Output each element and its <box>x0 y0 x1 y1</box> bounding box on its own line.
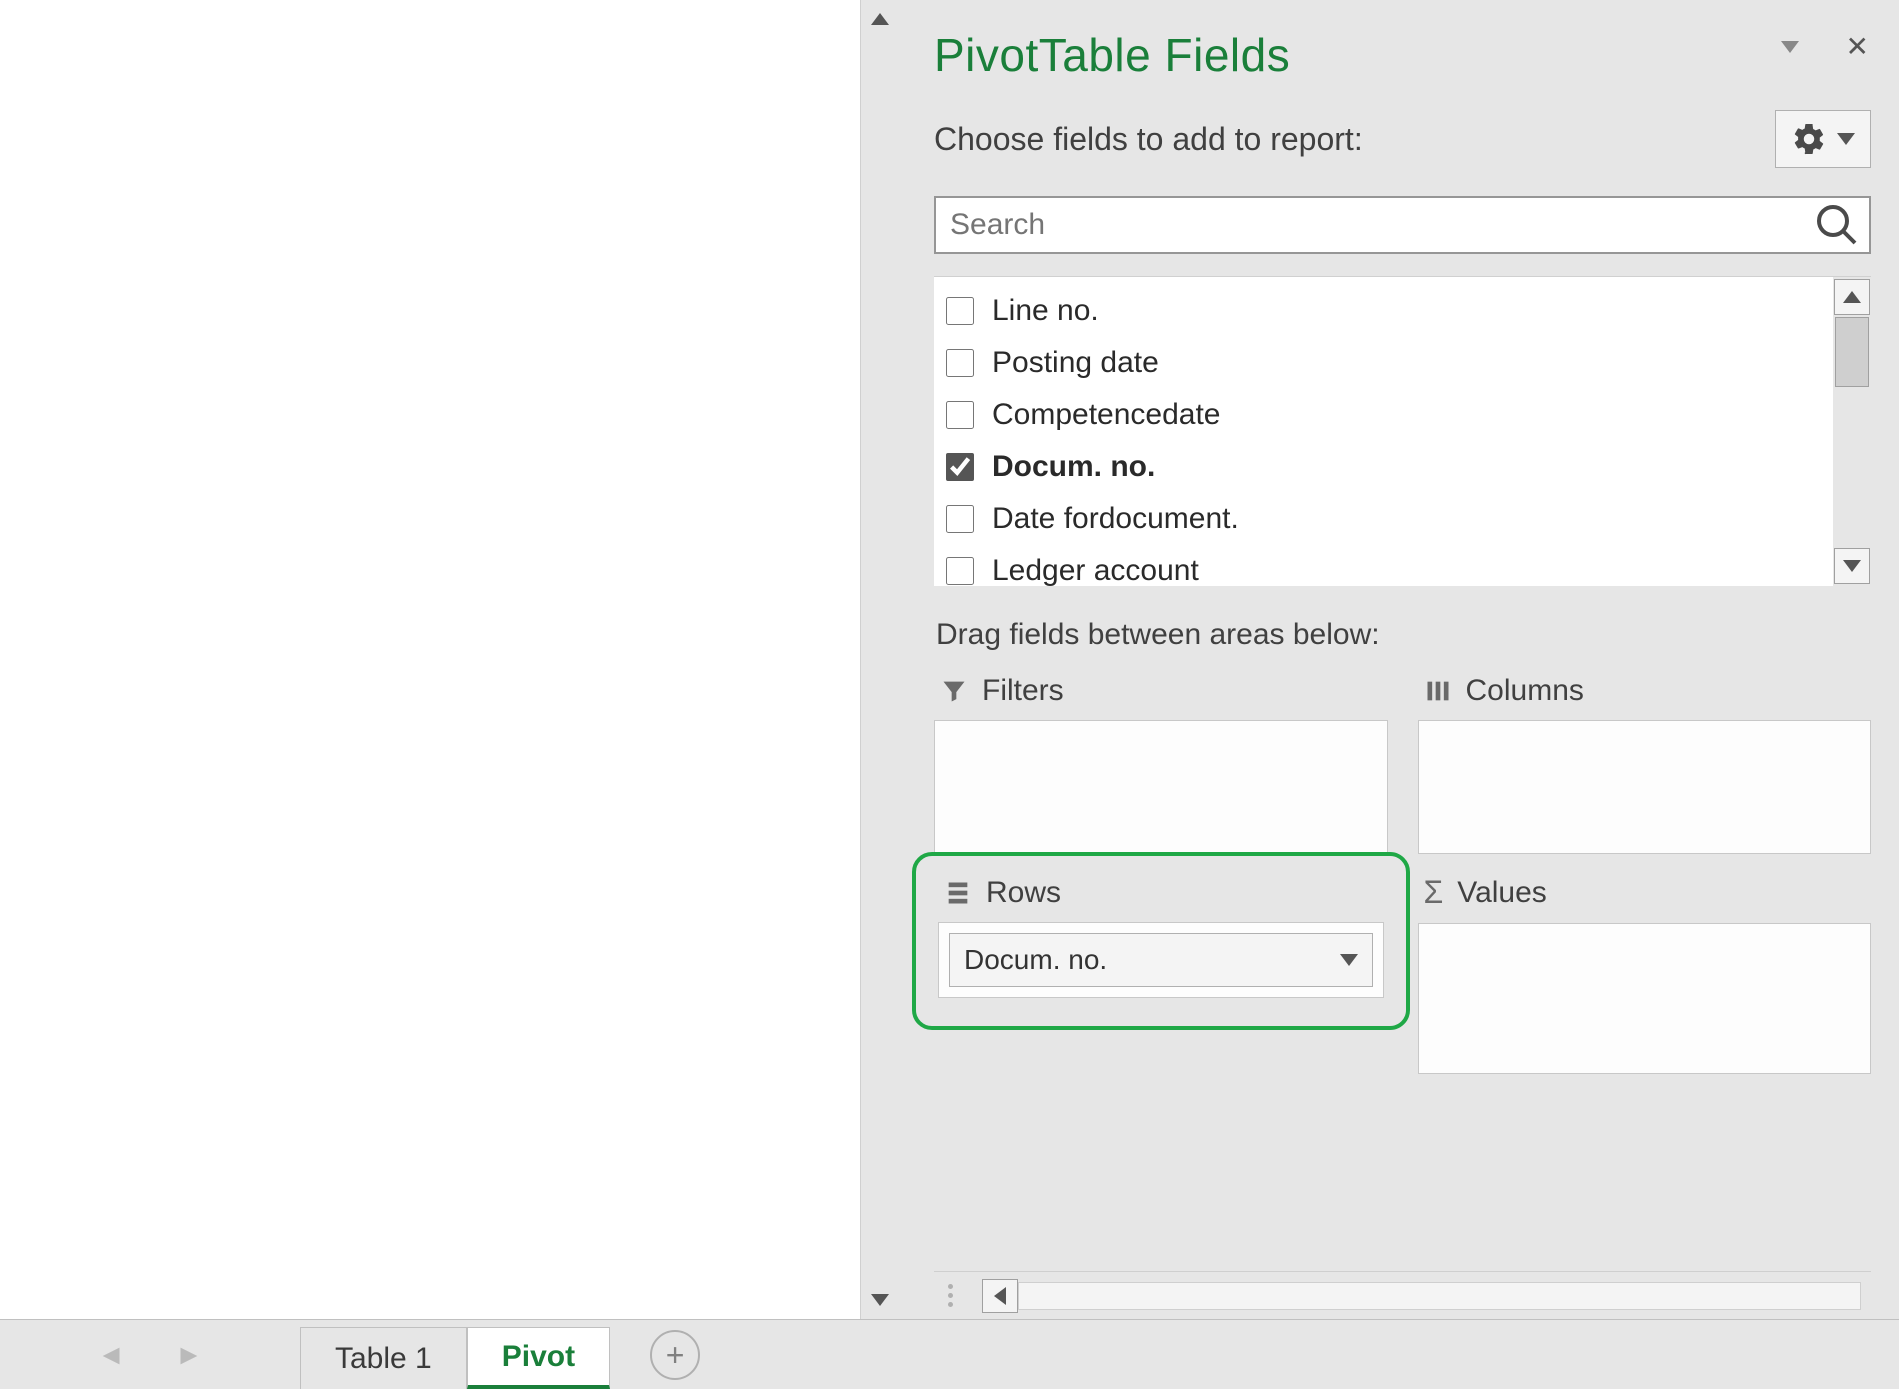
sheet-tab-0[interactable]: Table 1 <box>300 1327 467 1389</box>
drag-areas-label: Drag fields between areas below: <box>936 618 1871 652</box>
values-area[interactable]: Σ Values <box>1418 874 1872 1074</box>
close-icon[interactable]: ✕ <box>1846 30 1869 63</box>
field-checkbox[interactable] <box>946 505 974 533</box>
rows-icon <box>944 879 972 907</box>
sheet-vertical-scrollbar[interactable] <box>860 0 898 1319</box>
search-fields-input[interactable] <box>934 196 1871 254</box>
field-label: Posting date <box>992 346 1159 380</box>
sheet-tab-bar: ◄ ► Table 1Pivot + <box>0 1319 1899 1389</box>
add-sheet-button[interactable]: + <box>650 1330 700 1380</box>
scroll-thumb[interactable] <box>1835 317 1869 387</box>
spreadsheet: A B C 1234567891011121314151617181920212… <box>0 0 860 1319</box>
field-settings-button[interactable] <box>1775 110 1871 168</box>
field-item-2[interactable]: Competencedate <box>940 389 1871 441</box>
sigma-icon: Σ <box>1424 874 1444 911</box>
filters-label: Filters <box>982 674 1064 708</box>
sheet-tab-1[interactable]: Pivot <box>467 1327 610 1389</box>
filters-dropzone[interactable] <box>934 720 1388 854</box>
field-label: Date fordocument. <box>992 502 1239 536</box>
field-checkbox[interactable] <box>946 453 974 481</box>
field-label: Line no. <box>992 294 1099 328</box>
field-label: Competencedate <box>992 398 1221 432</box>
field-checkbox[interactable] <box>946 557 974 585</box>
field-checkbox[interactable] <box>946 401 974 429</box>
columns-dropzone[interactable] <box>1418 720 1872 854</box>
filters-area[interactable]: Filters <box>934 674 1388 854</box>
fields-scrollbar[interactable] <box>1833 277 1871 586</box>
field-item-0[interactable]: Line no. <box>940 285 1871 337</box>
pane-menu-icon[interactable] <box>1781 36 1799 59</box>
choose-fields-label: Choose fields to add to report: <box>934 121 1363 158</box>
field-item-3[interactable]: Docum. no. <box>940 441 1871 493</box>
hscroll-left[interactable] <box>982 1279 1018 1313</box>
tab-nav-next[interactable]: ► <box>175 1339 203 1371</box>
chevron-down-icon <box>1340 954 1358 966</box>
columns-icon <box>1424 677 1452 705</box>
tab-nav-prev[interactable]: ◄ <box>97 1339 125 1371</box>
resize-handle-icon[interactable] <box>948 1284 968 1307</box>
hscroll-track[interactable] <box>1018 1282 1861 1310</box>
fields-list: Line no. Posting date Competencedate Docum.… <box>934 276 1871 586</box>
field-item-5[interactable]: Ledger account <box>940 545 1871 586</box>
pivottable-fields-pane: ✕ PivotTable Fields Choose fields to add… <box>898 0 1899 1319</box>
field-label: Ledger account <box>992 554 1199 586</box>
field-label: Docum. no. <box>992 450 1155 484</box>
rows-dropzone[interactable]: Docum. no. <box>938 922 1384 998</box>
rows-field-chip[interactable]: Docum. no. <box>949 933 1373 987</box>
field-item-1[interactable]: Posting date <box>940 337 1871 389</box>
values-label: Values <box>1457 876 1547 910</box>
pane-title: PivotTable Fields <box>934 28 1871 82</box>
field-checkbox[interactable] <box>946 349 974 377</box>
search-input[interactable] <box>936 208 1813 242</box>
search-icon <box>1813 201 1861 249</box>
rows-field-label: Docum. no. <box>964 944 1107 976</box>
gear-icon <box>1791 121 1827 157</box>
rows-area[interactable]: Rows Docum. no. <box>934 874 1388 1074</box>
filter-icon <box>940 677 968 705</box>
field-item-4[interactable]: Date fordocument. <box>940 493 1871 545</box>
field-checkbox[interactable] <box>946 297 974 325</box>
rows-label: Rows <box>986 876 1061 910</box>
values-dropzone[interactable] <box>1418 923 1872 1074</box>
columns-area[interactable]: Columns <box>1418 674 1872 854</box>
columns-label: Columns <box>1466 674 1584 708</box>
